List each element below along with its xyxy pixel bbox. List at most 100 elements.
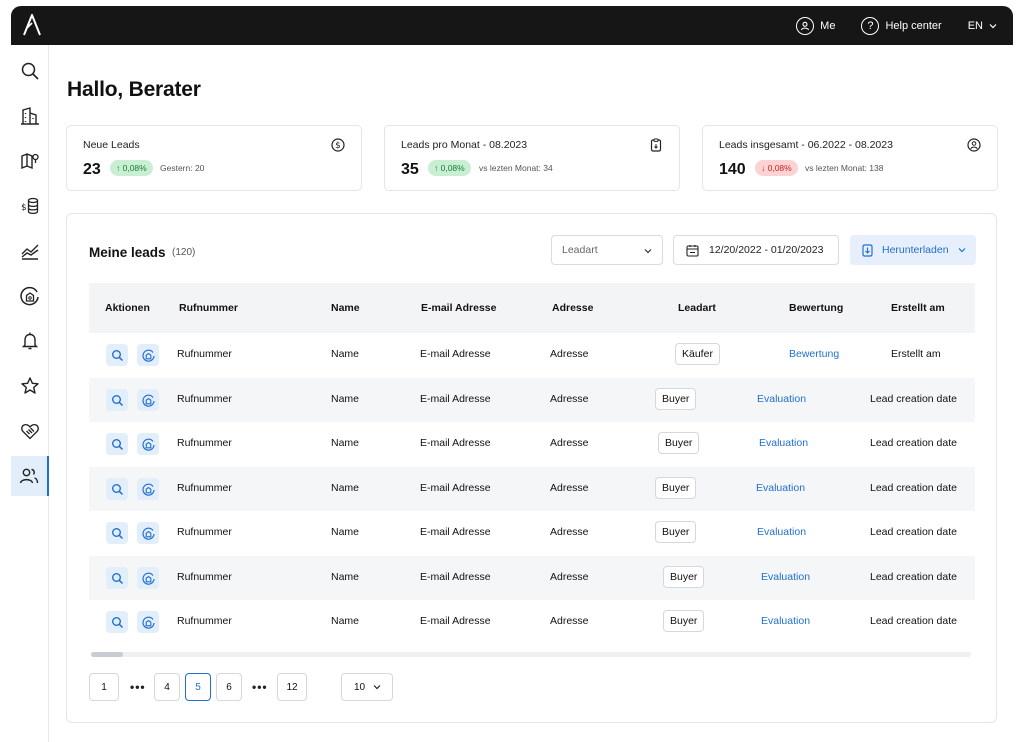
cell-rating-link[interactable]: Evaluation bbox=[756, 482, 805, 494]
column-header-address[interactable]: Adresse bbox=[552, 302, 593, 314]
cell-rating-link[interactable]: Evaluation bbox=[761, 571, 810, 583]
cell-rating-link[interactable]: Evaluation bbox=[757, 393, 806, 405]
help-center-link[interactable]: ? Help center bbox=[861, 16, 942, 35]
cell-rating-link[interactable]: Evaluation bbox=[761, 615, 810, 627]
chevron-down-icon bbox=[989, 23, 997, 28]
sidebar-item-favorites[interactable] bbox=[11, 366, 49, 406]
download-button[interactable]: Herunterladen bbox=[850, 235, 976, 265]
cell-rating-link[interactable]: Evaluation bbox=[757, 526, 806, 538]
page-button-4[interactable]: 4 bbox=[154, 673, 180, 701]
column-header-leadart[interactable]: Leadart bbox=[678, 302, 716, 314]
property-lead-button[interactable] bbox=[137, 567, 159, 589]
view-lead-button[interactable] bbox=[106, 478, 128, 500]
home-circle-icon bbox=[141, 349, 155, 362]
view-lead-button[interactable] bbox=[106, 522, 128, 544]
cell-email: E-mail Adresse bbox=[420, 437, 491, 449]
cell-leadart-chip: Käufer bbox=[675, 343, 720, 365]
cell-created: Lead creation date bbox=[870, 437, 957, 449]
column-header-name[interactable]: Name bbox=[331, 302, 360, 314]
property-lead-button[interactable] bbox=[137, 478, 159, 500]
stat-comparison: Gestern: 20 bbox=[160, 163, 205, 173]
table-row: Rufnummer Name E-mail Adresse Adresse Käufer… bbox=[89, 333, 975, 377]
svg-text:$: $ bbox=[335, 141, 340, 151]
brand-logo-icon[interactable] bbox=[23, 14, 41, 36]
sidebar-item-buildings[interactable] bbox=[11, 96, 49, 136]
horizontal-scrollbar[interactable] bbox=[91, 652, 971, 657]
view-lead-button[interactable] bbox=[106, 389, 128, 411]
sidebar-item-properties[interactable] bbox=[11, 276, 49, 316]
stat-value: 23 bbox=[83, 161, 101, 178]
cell-leadart-chip: Buyer bbox=[663, 610, 705, 632]
column-header-rating[interactable]: Bewertung bbox=[789, 302, 843, 314]
main-content: Hallo, Berater Neue Leads $ 23 ↑ 0,08% G… bbox=[49, 45, 1013, 742]
table-row: Rufnummer Name E-mail Adresse Adresse Buyer E… bbox=[89, 422, 975, 466]
property-lead-button[interactable] bbox=[137, 389, 159, 411]
per-page-select[interactable]: 10 bbox=[341, 673, 393, 701]
cell-address: Adresse bbox=[550, 526, 589, 538]
page-button-5[interactable]: 5 bbox=[185, 673, 211, 701]
user-icon bbox=[796, 16, 815, 35]
me-menu[interactable]: Me bbox=[796, 16, 836, 35]
table-row: Rufnummer Name E-mail Adresse Adresse Buyer E… bbox=[89, 600, 975, 644]
column-header-created[interactable]: Erstellt am bbox=[891, 302, 945, 314]
sidebar-item-notifications[interactable] bbox=[11, 321, 49, 361]
sidebar-item-search[interactable] bbox=[11, 51, 49, 91]
cell-name: Name bbox=[331, 615, 360, 627]
sidebar-item-leads[interactable] bbox=[11, 456, 49, 496]
view-lead-button[interactable] bbox=[106, 567, 128, 589]
view-lead-button[interactable] bbox=[106, 344, 128, 366]
chevron-down-icon[interactable] bbox=[958, 247, 966, 253]
page-button-6[interactable]: 6 bbox=[216, 673, 242, 701]
cell-rating-link[interactable]: Bewertung bbox=[789, 348, 839, 360]
download-label: Herunterladen bbox=[882, 244, 949, 256]
map-icon bbox=[21, 153, 39, 170]
search-icon bbox=[111, 394, 123, 406]
cell-email: E-mail Adresse bbox=[420, 571, 491, 583]
leadart-placeholder: Leadart bbox=[562, 244, 598, 256]
sidebar-item-finance[interactable]: $ bbox=[11, 186, 49, 226]
page-button-1[interactable]: 1 bbox=[89, 673, 119, 701]
cell-email: E-mail Adresse bbox=[420, 526, 491, 538]
date-range-picker[interactable]: 12/20/2022 - 01/20/2023 bbox=[673, 235, 839, 265]
user-circle-icon bbox=[967, 138, 981, 152]
table-row: Rufnummer Name E-mail Adresse Adresse Buyer E… bbox=[89, 467, 975, 511]
property-lead-button[interactable] bbox=[137, 344, 159, 366]
date-range-value: 12/20/2022 - 01/20/2023 bbox=[709, 244, 824, 256]
stat-trend-badge: ↓ 0,08% bbox=[755, 160, 798, 176]
cell-name: Name bbox=[331, 393, 360, 405]
property-lead-button[interactable] bbox=[137, 611, 159, 633]
sidebar-item-partners[interactable] bbox=[11, 411, 49, 451]
home-circle-icon bbox=[141, 616, 155, 629]
handshake-icon bbox=[21, 423, 39, 440]
column-header-phone[interactable]: Rufnummer bbox=[179, 302, 238, 314]
cell-phone: Rufnummer bbox=[177, 348, 232, 360]
scrollbar-thumb[interactable] bbox=[91, 652, 123, 657]
search-icon bbox=[111, 616, 123, 628]
sidebar-item-analytics[interactable] bbox=[11, 231, 49, 271]
table-row: Rufnummer Name E-mail Adresse Adresse Buyer E… bbox=[89, 378, 975, 422]
me-label: Me bbox=[820, 19, 836, 32]
cell-address: Adresse bbox=[550, 482, 589, 494]
language-select[interactable]: EN bbox=[968, 20, 997, 32]
home-circle-icon bbox=[141, 394, 155, 407]
cell-name: Name bbox=[331, 482, 360, 494]
cell-created: Lead creation date bbox=[870, 482, 957, 494]
property-lead-button[interactable] bbox=[137, 433, 159, 455]
column-header-email[interactable]: E-mail Adresse bbox=[421, 302, 496, 314]
page-button-12[interactable]: 12 bbox=[277, 673, 307, 701]
stat-title: Leads pro Monat - 08.2023 bbox=[401, 139, 528, 151]
finance-icon: $ bbox=[21, 197, 39, 215]
search-icon bbox=[111, 483, 123, 495]
cell-created: Lead creation date bbox=[870, 615, 957, 627]
cell-phone: Rufnummer bbox=[177, 437, 232, 449]
view-lead-button[interactable] bbox=[106, 611, 128, 633]
cell-rating-link[interactable]: Evaluation bbox=[759, 437, 808, 449]
stat-comparison: vs lezten Monat: 138 bbox=[805, 163, 884, 173]
sidebar-item-map[interactable] bbox=[11, 141, 49, 181]
building-icon bbox=[21, 107, 39, 125]
search-icon bbox=[111, 572, 123, 584]
stat-trend-badge: ↑ 0,08% bbox=[110, 160, 153, 176]
view-lead-button[interactable] bbox=[106, 433, 128, 455]
leadart-filter-select[interactable]: Leadart bbox=[551, 235, 663, 265]
property-lead-button[interactable] bbox=[137, 522, 159, 544]
